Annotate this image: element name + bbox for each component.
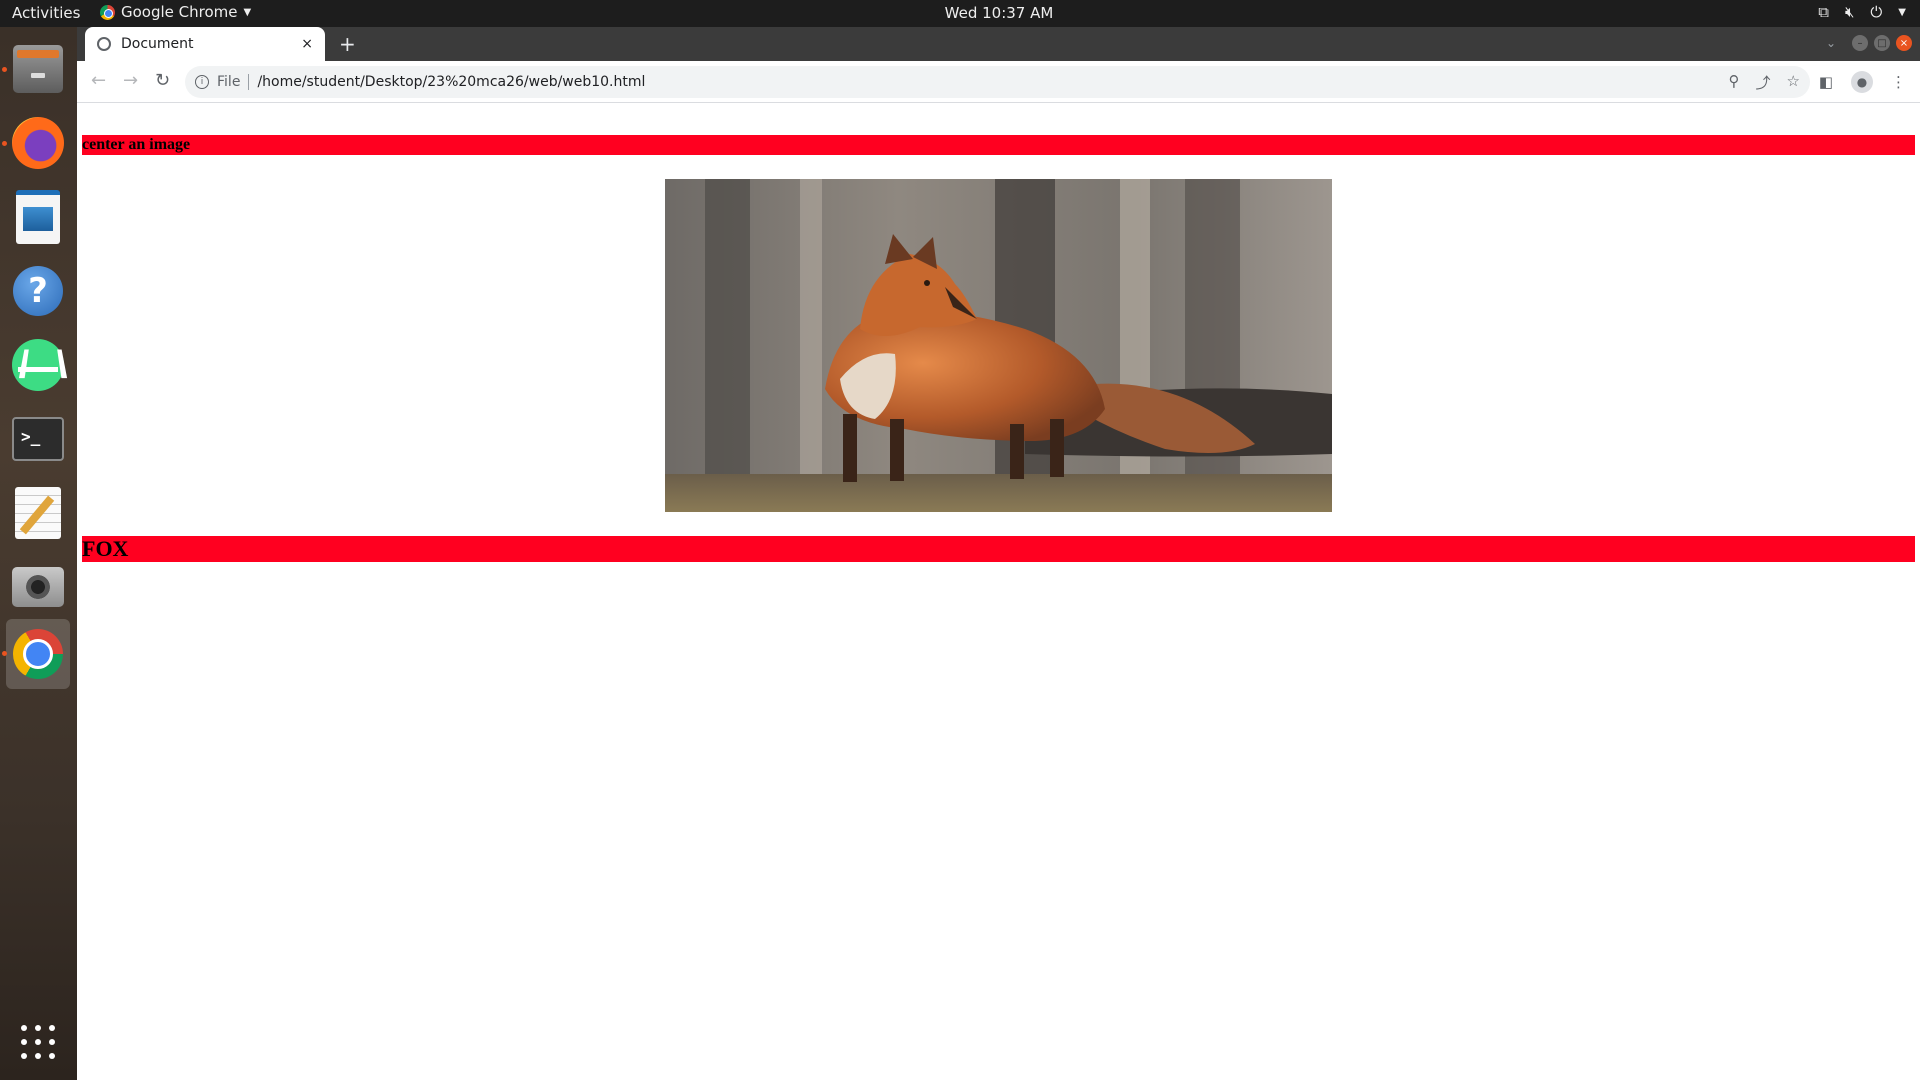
address-bar[interactable]: i File /home/student/Desktop/23%20mca26/… (185, 66, 1810, 98)
dock-item-writer[interactable] (6, 185, 70, 249)
running-indicator (2, 651, 7, 656)
dock-item-files[interactable] (2, 37, 70, 101)
reload-icon[interactable]: ↻ (155, 70, 170, 91)
profile-avatar-icon[interactable]: ● (1851, 71, 1873, 93)
tab-strip: Document × + ⌄ – □ × (77, 27, 1920, 61)
menu-dots-icon[interactable]: ⋮ (1891, 73, 1906, 91)
firefox-icon (12, 117, 64, 169)
tab-title: Document (121, 36, 194, 52)
dock-item-firefox[interactable] (2, 111, 70, 175)
dock-item-chrome[interactable] (2, 619, 70, 689)
url-text[interactable]: /home/student/Desktop/23%20mca26/web/web… (257, 74, 1728, 90)
writer-icon (16, 190, 60, 244)
zoom-icon[interactable]: ⚲ (1729, 72, 1740, 93)
android-studio-icon (12, 339, 64, 391)
show-applications-button[interactable] (6, 1010, 70, 1074)
globe-icon (97, 37, 111, 51)
browser-toolbar: ← → ↻ i File /home/student/Desktop/23%20… (77, 61, 1920, 103)
running-indicator (2, 67, 7, 72)
clock[interactable]: Wed 10:37 AM (0, 4, 1920, 22)
scheme-label: File (217, 74, 250, 90)
fox-image (665, 179, 1332, 512)
gnome-top-bar: Activities Google Chrome ▼ Wed 10:37 AM … (0, 0, 1920, 27)
caret-down-icon[interactable]: ▼ (1898, 7, 1906, 18)
running-indicator (2, 141, 7, 146)
back-arrow-icon[interactable]: ← (91, 70, 106, 91)
text-editor-icon (15, 487, 61, 539)
tab-document[interactable]: Document × (85, 27, 325, 61)
web-page-content: center an image FOX (77, 104, 1920, 1080)
system-tray[interactable]: ⧉ 🔇︎ ⏻ ▼ (1818, 3, 1906, 21)
files-icon (13, 45, 63, 93)
forward-arrow-icon[interactable]: → (123, 70, 138, 91)
share-icon[interactable]: ⤴ (1756, 72, 1771, 93)
power-icon[interactable]: ⏻ (1870, 3, 1882, 21)
maximize-icon[interactable]: □ (1874, 35, 1890, 51)
close-window-icon[interactable]: × (1896, 35, 1912, 51)
dock-item-help[interactable]: ? (6, 259, 70, 323)
page-heading-bottom: FOX (82, 536, 1915, 562)
dock-item-camera[interactable] (6, 555, 70, 619)
tab-search-icon[interactable]: ⌄ (1826, 36, 1836, 50)
toolbar-right: ◧ ● ⋮ (1819, 71, 1906, 93)
volume-muted-icon[interactable]: 🔇︎ (1845, 3, 1854, 21)
minimize-icon[interactable]: – (1852, 35, 1868, 51)
camera-icon (12, 567, 64, 607)
app-grid-icon (21, 1025, 55, 1059)
info-icon[interactable]: i (195, 75, 209, 89)
tab-close-icon[interactable]: × (301, 36, 313, 52)
chrome-window: Document × + ⌄ – □ × ← → ↻ i File /home/… (77, 27, 1920, 1080)
dock-item-terminal[interactable]: >_ (6, 407, 70, 471)
window-controls: ⌄ – □ × (1826, 35, 1912, 51)
terminal-icon: >_ (12, 417, 64, 461)
new-tab-button[interactable]: + (339, 32, 356, 56)
dock-item-android-studio[interactable] (6, 333, 70, 397)
dock: ? >_ (0, 27, 77, 1080)
bookmark-star-icon[interactable]: ☆ (1787, 72, 1800, 93)
dock-item-text-editor[interactable] (6, 481, 70, 545)
chrome-icon (13, 629, 63, 679)
page-heading-top: center an image (82, 135, 1915, 155)
side-panel-icon[interactable]: ◧ (1819, 73, 1833, 91)
network-icon[interactable]: ⧉ (1818, 3, 1829, 21)
help-icon: ? (13, 266, 63, 316)
